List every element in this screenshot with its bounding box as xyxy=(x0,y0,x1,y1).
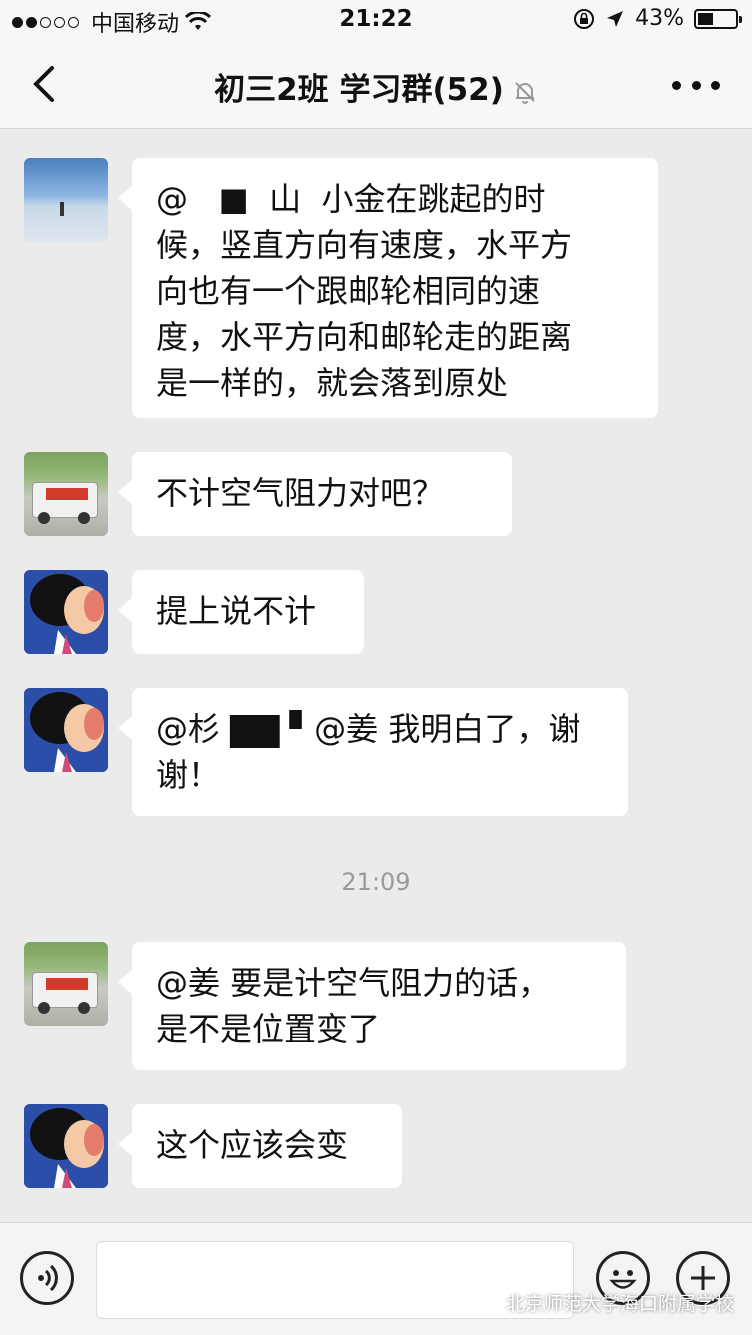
more-options-icon[interactable] xyxy=(672,70,720,100)
input-bar: 北京师范大学海口附属学校 xyxy=(0,1222,752,1335)
location-icon xyxy=(607,10,624,27)
avatar[interactable] xyxy=(24,452,108,536)
battery-fill xyxy=(698,12,714,25)
avatar[interactable] xyxy=(24,570,108,654)
message-bubble: 这个应该会变 xyxy=(118,1104,402,1188)
chat-header: 初三2班 学习群(52) xyxy=(0,40,752,129)
message-bubble: @ ■ 山 小金在跳起的时 候，竖直方向有速度，水平方 向也有一个跟邮轮相同的速… xyxy=(118,158,658,418)
battery-icon xyxy=(694,8,742,29)
avatar[interactable] xyxy=(24,158,108,242)
message-bubble: 提上说不计 xyxy=(118,570,364,654)
avatar[interactable] xyxy=(24,942,108,1026)
mute-bell-icon xyxy=(515,81,535,104)
status-right: 43% xyxy=(573,6,742,31)
battery-percent: 43% xyxy=(635,6,684,31)
voice-input-icon[interactable] xyxy=(20,1251,74,1305)
watermark-text: 北京师范大学海口附属学校 xyxy=(505,1293,734,1315)
orientation-lock-icon xyxy=(574,8,595,29)
status-bar: 中国移动 21:22 43% xyxy=(0,0,752,40)
avatar[interactable] xyxy=(24,688,108,772)
message-bubble: @杉 ▇▇ ▘@姜 我明白了，谢 谢！ xyxy=(118,688,628,816)
avatar[interactable] xyxy=(24,1104,108,1188)
chat-timestamp: 21:09 xyxy=(341,868,411,896)
watermark: 北京师范大学海口附属学校 xyxy=(476,1289,734,1316)
message-bubble: 不计空气阻力对吧？ xyxy=(118,452,512,536)
group-name: 初三2班 学习群(52) xyxy=(214,72,504,108)
wechat-logo-icon xyxy=(476,1293,500,1311)
chat-title: 初三2班 学习群(52) xyxy=(0,64,752,109)
message-bubble: @姜 要是计空气阻力的话， 是不是位置变了 xyxy=(118,942,626,1070)
